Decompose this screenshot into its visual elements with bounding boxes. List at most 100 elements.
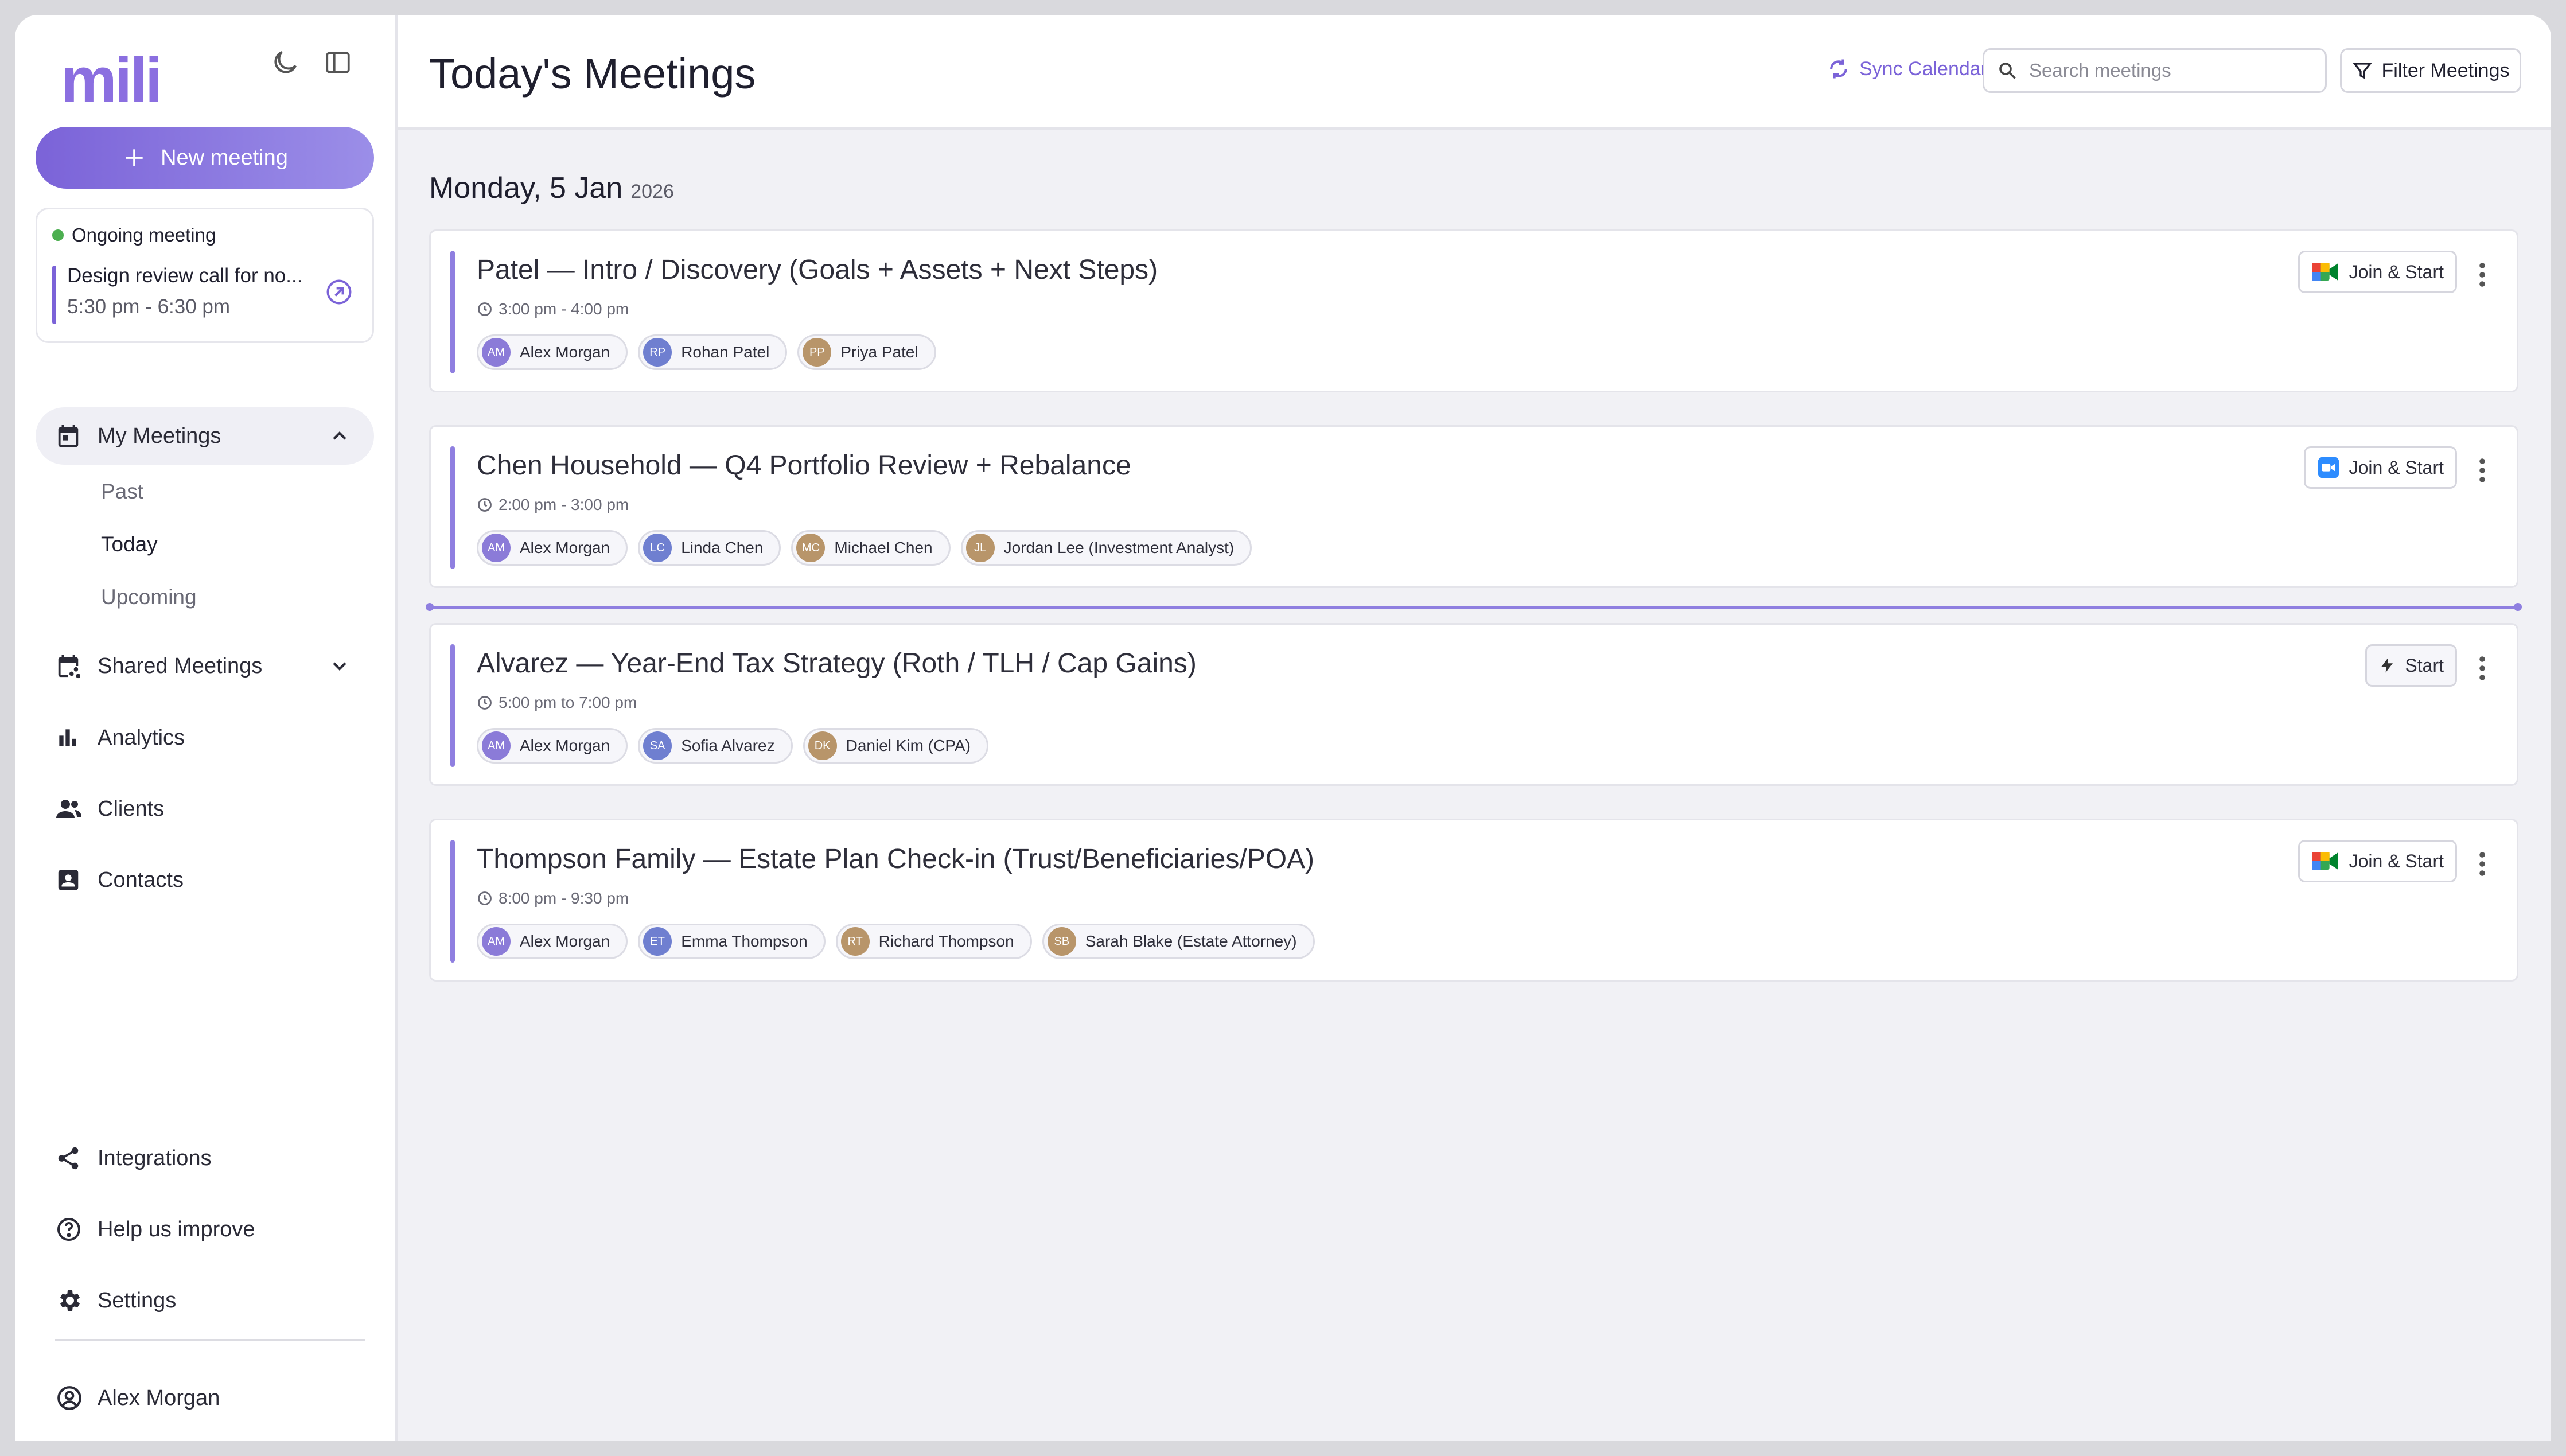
page-title: Today's Meetings [429,50,756,98]
more-options-button[interactable] [2471,258,2494,292]
ongoing-status-label: Ongoing meeting [72,224,216,246]
nav-help[interactable]: Help us improve [36,1201,374,1258]
attendee-chip[interactable]: ET Emma Thompson [638,924,826,959]
calendar-icon [58,425,79,447]
avatar: RT [840,927,870,956]
attendee-chip[interactable]: LC Linda Chen [638,530,781,566]
plus-icon [126,149,143,166]
zoom-icon [2318,457,2339,478]
nav-sub-today[interactable]: Today [101,532,158,556]
meeting-time-label: 8:00 pm - 9:30 pm [499,889,629,907]
attendee-chip[interactable]: RT Richard Thompson [835,924,1032,959]
search-input[interactable] [2028,59,2306,82]
attendee-chip[interactable]: JL Jordan Lee (Investment Analyst) [960,530,1252,566]
chevron-up-icon [333,431,346,440]
sidebar: mili New meeting Ongoing meeting Design … [15,15,398,1441]
attendee-chip[interactable]: PP Priya Patel [797,334,936,370]
ongoing-accent-bar [52,266,56,324]
meeting-card[interactable]: Patel — Intro / Discovery (Goals + Asset… [429,229,2518,392]
meeting-accent-bar [450,644,455,767]
meeting-time: 8:00 pm - 9:30 pm [477,889,629,908]
kebab-menu-icon [2479,852,2485,876]
attendee-name: Daniel Kim (CPA) [846,737,971,754]
nav-integrations[interactable]: Integrations [36,1130,374,1187]
avatar: JL [965,534,995,562]
nav-sub-upcoming[interactable]: Upcoming [101,585,197,609]
start-button[interactable]: Start [2365,644,2457,687]
attendee-list: AM Alex Morgan RP Rohan Patel PP Priya Pate… [477,334,936,370]
avatar: AM [482,534,511,562]
nav-contacts[interactable]: Contacts [36,851,374,909]
sync-calendar-button[interactable]: Sync Calendar [1826,56,1987,81]
filter-meetings-button[interactable]: Filter Meetings [2340,48,2521,93]
dark-mode-toggle[interactable] [265,42,305,83]
more-options-button[interactable] [2471,453,2494,488]
join-start-label: Join & Start [2349,261,2444,282]
join-start-button[interactable]: Join & Start [2298,840,2457,882]
collapse-sidebar-button[interactable] [318,42,358,83]
attendee-list: AM Alex Morgan SA Sofia Alvarez DK Daniel K… [477,728,988,764]
attendee-chip[interactable]: MC Michael Chen [791,530,951,566]
clock-icon [478,891,492,905]
join-start-button[interactable]: Join & Start [2298,251,2457,293]
user-profile[interactable]: Alex Morgan [36,1369,374,1427]
join-start-label: Join & Start [2349,457,2444,478]
nav-sub-past[interactable]: Past [101,480,143,504]
search-box [1983,48,2327,93]
meeting-card[interactable]: Thompson Family — Estate Plan Check-in (… [429,819,2518,982]
nav-integrations-label: Integrations [98,1146,212,1170]
avatar: MC [796,534,826,562]
nav-contacts-label: Contacts [98,867,184,892]
filter-icon [2352,63,2372,79]
attendee-name: Alex Morgan [520,539,610,556]
ongoing-meeting-card[interactable]: Ongoing meeting Design review call for n… [36,208,374,343]
avatar: DK [808,731,837,760]
attendee-name: Alex Morgan [520,737,610,754]
start-label: Start [2405,655,2444,676]
date-year: 2026 [630,181,674,203]
attendee-chip[interactable]: AM Alex Morgan [477,924,628,959]
join-start-label: Join & Start [2349,850,2444,871]
help-circle-icon [57,1218,80,1241]
google-meet-icon [2312,852,2338,870]
attendee-name: Priya Patel [840,343,918,361]
attendee-chip[interactable]: SA Sofia Alvarez [638,728,793,764]
nav-clients[interactable]: Clients [36,780,374,838]
meeting-card[interactable]: Chen Household — Q4 Portfolio Review + R… [429,425,2518,588]
more-options-button[interactable] [2471,847,2494,881]
attendee-list: AM Alex Morgan ET Emma Thompson RT Richard … [477,924,1315,959]
avatar: AM [482,927,511,956]
attendee-chip[interactable]: AM Alex Morgan [477,530,628,566]
new-meeting-button[interactable]: New meeting [36,127,374,189]
more-options-button[interactable] [2471,651,2494,686]
avatar: LC [643,534,672,562]
attendee-chip[interactable]: RP Rohan Patel [638,334,788,370]
attendee-chip[interactable]: DK Daniel Kim (CPA) [803,728,988,764]
new-meeting-label: New meeting [161,145,288,170]
date-day: Monday, 5 Jan [429,172,623,205]
ongoing-title: Design review call for no... [67,264,303,287]
nav-my-meetings[interactable]: My Meetings [36,407,374,465]
nav-analytics[interactable]: Analytics [36,709,374,766]
meeting-card[interactable]: Alvarez — Year-End Tax Strategy (Roth / … [429,623,2518,786]
sidebar-divider [55,1339,365,1341]
attendee-name: Michael Chen [834,539,933,556]
attendee-chip[interactable]: AM Alex Morgan [477,728,628,764]
nav-shared-meetings[interactable]: Shared Meetings [36,637,374,695]
attendee-chip[interactable]: AM Alex Morgan [477,334,628,370]
user-name: Alex Morgan [98,1385,220,1410]
open-ongoing-button[interactable] [324,277,354,310]
clock-icon [478,498,492,512]
app-window: mili New meeting Ongoing meeting Design … [15,15,2551,1441]
nav-settings[interactable]: Settings [36,1272,374,1329]
nav-settings-label: Settings [98,1288,177,1313]
attendee-name: Emma Thompson [681,932,808,950]
nav-my-meetings-label: My Meetings [98,423,221,448]
attendee-name: Alex Morgan [520,343,610,361]
attendee-chip[interactable]: SB Sarah Blake (Estate Attorney) [1042,924,1315,959]
avatar: ET [643,927,672,956]
attendee-name: Jordan Lee (Investment Analyst) [1003,539,1235,556]
attendee-name: Richard Thompson [878,932,1014,950]
join-start-button[interactable]: Join & Start [2303,446,2457,489]
filter-meetings-label: Filter Meetings [2381,59,2510,81]
